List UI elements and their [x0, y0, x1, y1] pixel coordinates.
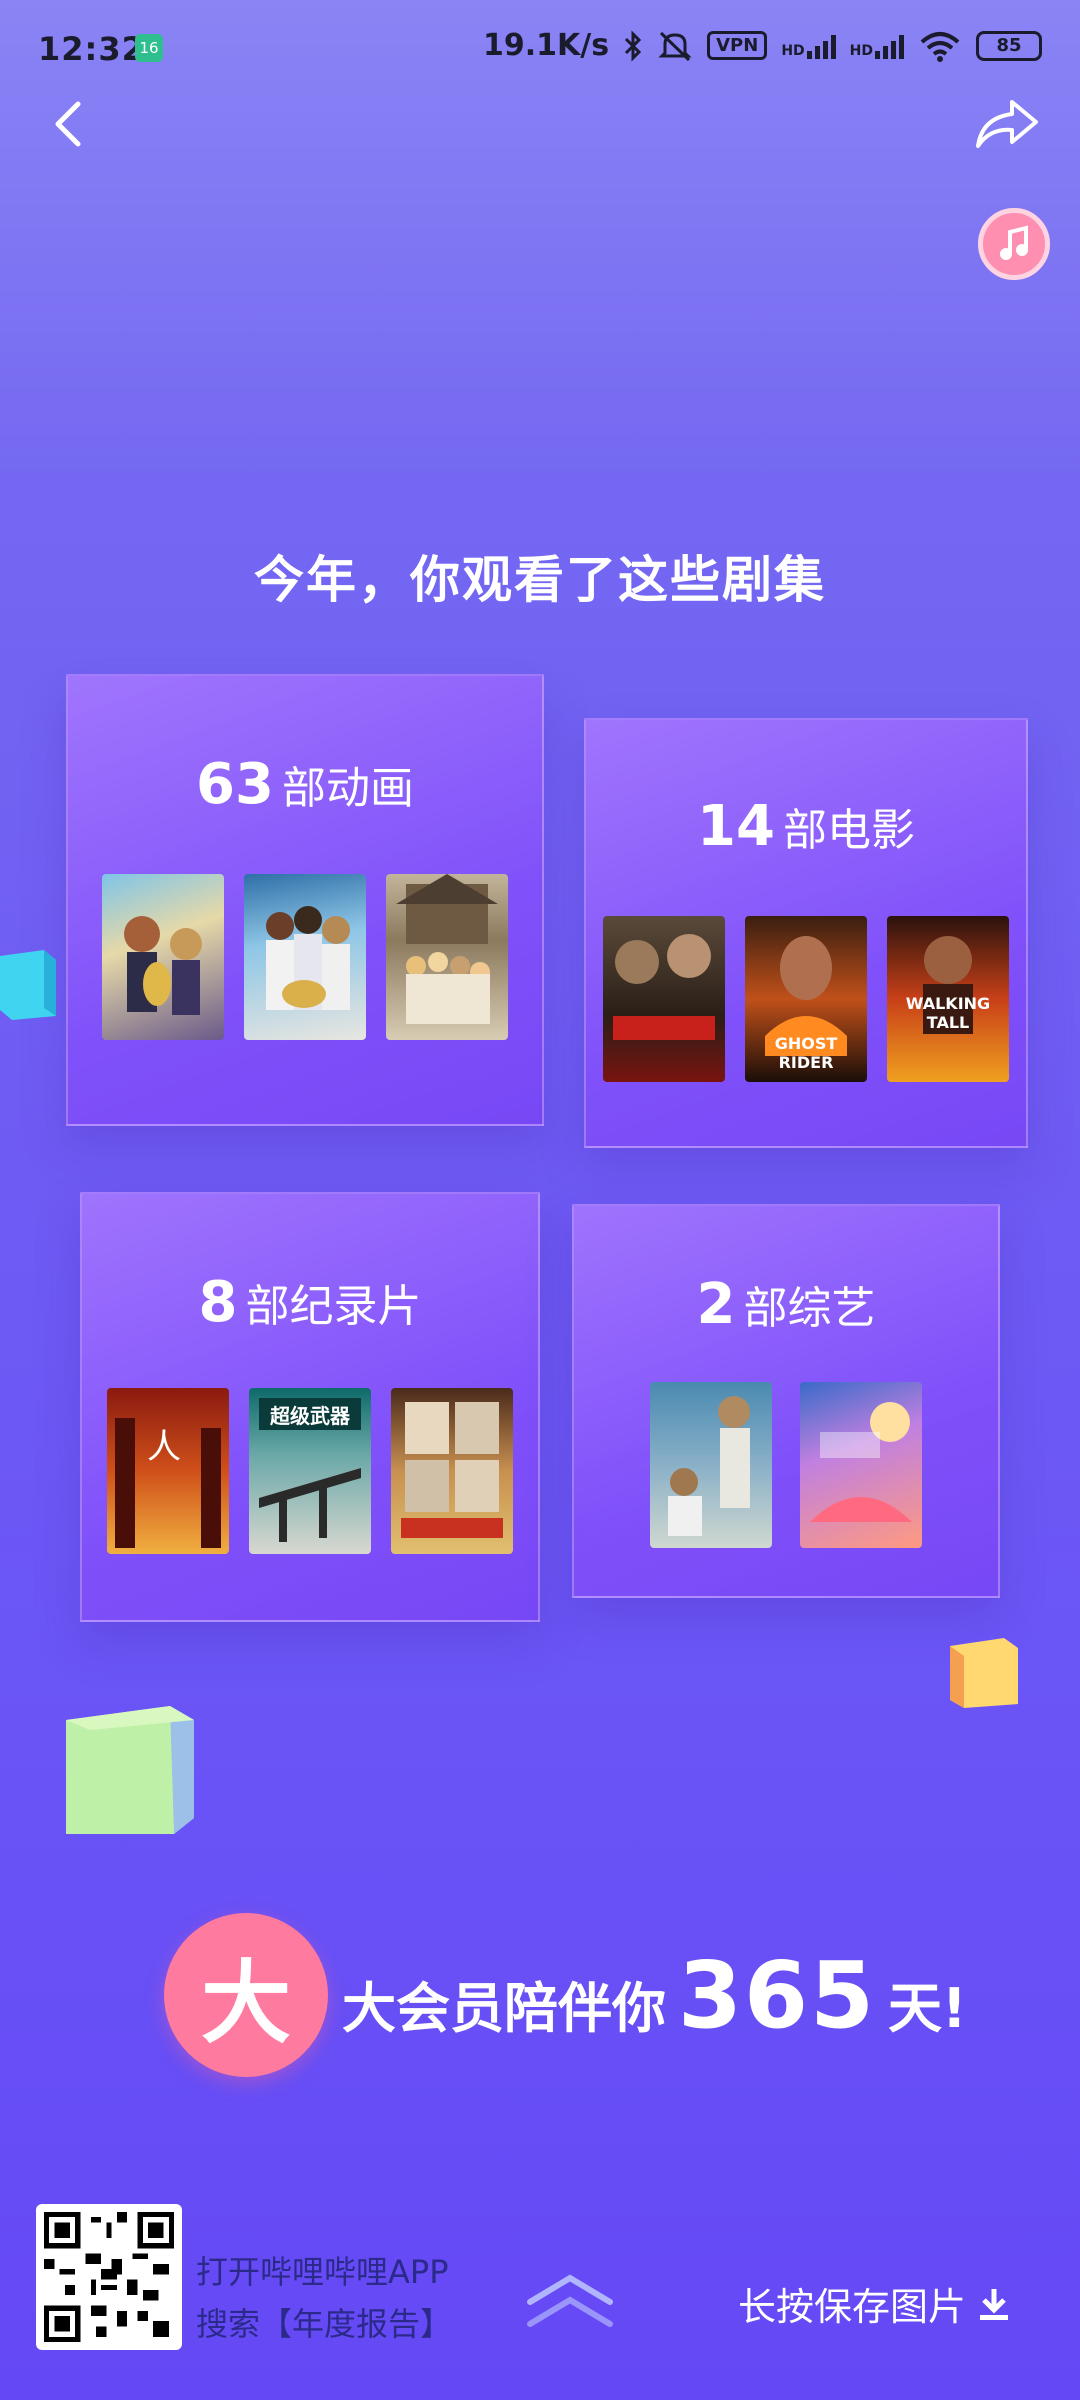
vip-text: 大会员陪伴你 365 天!: [342, 1942, 967, 2049]
vpn-badge: VPN: [707, 31, 768, 60]
signal-2: HD: [850, 33, 904, 59]
category-card-variety: 2 部综艺: [572, 1204, 1000, 1598]
status-bar: 12:32 16 19.1K/s VPN HD HD 85: [0, 0, 1080, 96]
poster-anime-1[interactable]: [102, 874, 224, 1040]
open-app-hint: 打开哔哩哔哩APP 搜索【年度报告】: [196, 2246, 452, 2350]
poster-anime-3[interactable]: [386, 874, 508, 1040]
category-card-anime: 63 部动画: [66, 674, 544, 1126]
svg-text:人: 人: [147, 1427, 181, 1467]
notification-badge: 16: [135, 34, 163, 62]
card-title: 14 部电影: [586, 794, 1026, 859]
share-arrow-icon: [976, 100, 1038, 148]
vip-badge: 大: [164, 1913, 328, 2077]
net-speed: 19.1K/s: [483, 28, 610, 63]
chevron-left-icon: [55, 101, 81, 147]
save-image-hint[interactable]: 长按保存图片: [738, 2276, 1010, 2331]
poster-doc-3[interactable]: [391, 1388, 513, 1554]
poster-text: 超级武器: [270, 1404, 350, 1428]
poster-doc-2[interactable]: 超级武器: [249, 1388, 371, 1554]
music-toggle-button[interactable]: [978, 208, 1050, 280]
music-note-icon: [1000, 225, 1028, 260]
back-button[interactable]: [44, 96, 100, 152]
poster-movie-2[interactable]: GHOST RIDER: [745, 916, 867, 1082]
poster-doc-1[interactable]: 人: [107, 1388, 229, 1554]
decorative-cube-yellow: [950, 1638, 1018, 1708]
bottom-bar: 打开哔哩哔哩APP 搜索【年度报告】 长按保存图片: [0, 2196, 1080, 2356]
category-count: 63: [196, 752, 274, 817]
status-time: 12:32: [38, 30, 145, 68]
hd-label-1: HD: [781, 42, 805, 59]
category-label: 部纪录片: [245, 1281, 422, 1332]
card-title: 2 部综艺: [574, 1272, 998, 1337]
open-app-line2: 搜索【年度报告】: [196, 2305, 453, 2343]
vip-days: 365: [678, 1941, 877, 2049]
decorative-cube-cyan: [0, 950, 56, 1020]
category-label: 部综艺: [743, 1283, 876, 1334]
category-count: 14: [697, 794, 775, 859]
double-chevron-up-icon: [527, 2274, 613, 2327]
vip-text-suffix: 天!: [888, 1976, 967, 2040]
poster-variety-2[interactable]: [800, 1382, 922, 1548]
category-count: 2: [696, 1272, 736, 1337]
category-count: 8: [198, 1270, 238, 1335]
top-nav: [0, 96, 1080, 192]
vip-row: 大 大会员陪伴你 365 天!: [164, 1910, 967, 2080]
category-card-movie: 14 部电影 GHOST RIDER WALKING TALL: [584, 718, 1028, 1148]
category-card-documentary: 8 部纪录片 人 超级武器: [80, 1192, 540, 1622]
category-label: 部电影: [782, 805, 915, 856]
scroll-up-button[interactable]: [522, 2266, 618, 2336]
share-button[interactable]: [972, 96, 1042, 152]
download-icon: [980, 2288, 1008, 2320]
status-icons: 19.1K/s VPN HD HD 85: [483, 28, 1042, 63]
poster-variety-1[interactable]: [650, 1382, 772, 1548]
signal-bars-icon: [875, 33, 904, 59]
poster-anime-2[interactable]: [244, 874, 366, 1040]
decorative-cube-green: [66, 1700, 194, 1834]
page-title: 今年，你观看了这些剧集: [254, 551, 826, 609]
card-title: 8 部纪录片: [82, 1270, 538, 1335]
card-title: 63 部动画: [68, 752, 542, 817]
signal-1: HD: [781, 33, 836, 59]
mute-bell-icon: [658, 31, 692, 61]
poster-row: GHOST RIDER WALKING TALL: [586, 916, 1026, 1082]
battery-indicator: 85: [976, 30, 1042, 61]
poster-movie-1[interactable]: [603, 916, 725, 1082]
wifi-icon: [920, 31, 960, 62]
poster-row: 人 超级武器: [82, 1388, 538, 1554]
poster-text: GHOST RIDER: [774, 1034, 838, 1072]
poster-text: WALKING TALL: [905, 994, 991, 1032]
hd-label-2: HD: [849, 42, 873, 59]
qr-code: [36, 2204, 182, 2350]
category-label: 部动画: [281, 763, 414, 814]
vip-text-prefix: 大会员陪伴你: [342, 1976, 666, 2040]
bluetooth-icon: [625, 29, 642, 62]
poster-movie-3[interactable]: WALKING TALL: [887, 916, 1009, 1082]
signal-bars-icon: [806, 33, 836, 59]
open-app-line1: 打开哔哩哔哩APP: [196, 2253, 449, 2291]
save-image-label: 长按保存图片: [737, 2285, 966, 2329]
poster-row: [68, 874, 542, 1040]
poster-row: [574, 1382, 998, 1548]
